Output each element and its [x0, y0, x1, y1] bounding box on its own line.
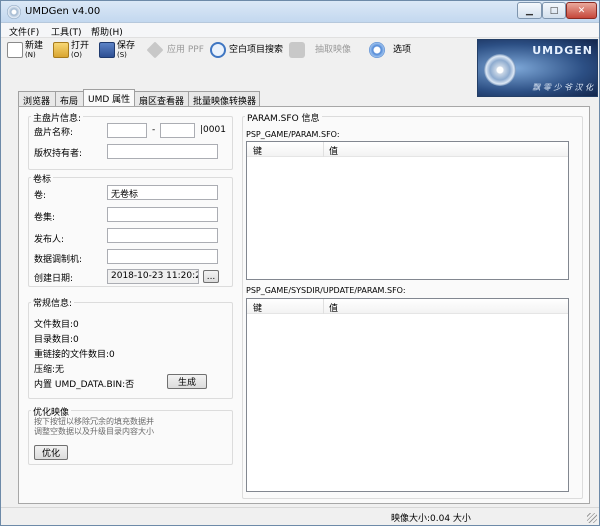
extract-icon	[289, 42, 305, 58]
extract-image-button[interactable]: 抽取映像	[289, 39, 351, 61]
title-bar: UMDGen v4.00 ▁ □ ✕	[1, 1, 599, 23]
copyright-field[interactable]	[107, 144, 218, 159]
disc-name-number-field[interactable]	[160, 123, 195, 138]
general-info-title: 常规信息:	[31, 296, 75, 309]
preparer-field[interactable]	[107, 249, 218, 264]
minimize-icon: ▁	[526, 5, 533, 16]
resize-grip[interactable]	[587, 513, 597, 523]
date-picker-button[interactable]: ...	[203, 270, 219, 283]
umd-properties-panel: 主盘片信息: 盘片名称: - |0001 版权持有者: 卷标 卷: 无卷标 卷集…	[18, 106, 590, 504]
creation-date-label: 创建日期:	[34, 274, 74, 284]
directory-count: 目录数目:0	[34, 335, 79, 345]
open-label: 打开	[71, 40, 90, 51]
tab-sector-viewer[interactable]: 扇区查看器	[134, 91, 189, 107]
menu-file[interactable]: 文件(F)	[9, 25, 39, 38]
new-label: 新建	[25, 40, 44, 51]
creation-date-field[interactable]: 2018-10-23 11:20:29	[107, 269, 199, 284]
volume-title: 卷标	[31, 172, 54, 185]
save-shortcut: (S)	[117, 50, 127, 59]
maximize-button[interactable]: □	[542, 2, 566, 19]
disc-name-suffix: |0001	[200, 125, 226, 135]
window-title: UMDGen v4.00	[25, 6, 101, 17]
param-sfo-table-1[interactable]: 键 值	[246, 141, 569, 280]
copyright-label: 版权持有者:	[34, 149, 83, 159]
disc-name-dash: -	[152, 125, 156, 135]
apply-ppf-label: 应用 PPF	[167, 44, 204, 55]
table-2-header: 键 值	[247, 299, 568, 314]
table-1-key-header[interactable]: 键	[253, 144, 262, 157]
banner-logo: UMDGEN	[532, 44, 593, 57]
file-count: 文件数目:0	[34, 320, 79, 330]
optimize-hint-line-2: 调整空数据以及升级目录内容大小	[34, 427, 154, 436]
apply-ppf-button[interactable]: 应用 PPF	[146, 39, 204, 61]
umdgen-banner: UMDGEN 飘 零 少 爷 汉 化	[477, 39, 598, 97]
volume-field[interactable]: 无卷标	[107, 185, 218, 200]
banner-credit: 飘 零 少 爷 汉 化	[532, 83, 593, 92]
volume-set-field[interactable]	[107, 207, 218, 222]
search-empty-label: 空白项目搜索	[229, 44, 284, 55]
disc-icon	[7, 5, 21, 19]
umd-disc-logo	[484, 54, 516, 86]
table-2-key-header[interactable]: 键	[253, 301, 262, 314]
app-window: UMDGen v4.00 ▁ □ ✕ 文件(F) 工具(T) 帮助(H) 新建(…	[0, 0, 600, 526]
publisher-field[interactable]	[107, 228, 218, 243]
disc-name-label: 盘片名称:	[34, 128, 74, 138]
extract-label: 抽取映像	[315, 44, 352, 55]
generate-button[interactable]: 生成	[167, 374, 207, 389]
tab-browser[interactable]: 浏览器	[18, 91, 56, 107]
status-bar: 映像大小:0.04 大小	[1, 507, 599, 525]
image-size-status: 映像大小:0.04 大小	[391, 514, 471, 524]
param-sfo-path-2: PSP_GAME/SYSDIR/UPDATE/PARAM.SFO:	[246, 286, 406, 295]
builtin-umd-data-status: 内置 UMD_DATA.BIN:否	[34, 380, 135, 390]
close-icon: ✕	[577, 5, 586, 16]
relinked-file-count: 重链接的文件数目:0	[34, 350, 115, 360]
close-button[interactable]: ✕	[566, 2, 597, 19]
table-2-value-header[interactable]: 值	[329, 301, 338, 314]
folder-icon	[53, 42, 69, 58]
param-sfo-title: PARAM.SFO 信息	[245, 111, 322, 124]
save-label: 保存	[117, 40, 136, 51]
publisher-label: 发布人:	[34, 235, 65, 245]
new-file-icon	[7, 42, 23, 58]
main-disc-title: 主盘片信息:	[31, 111, 84, 124]
options-label: 选项	[393, 44, 412, 55]
menu-bar: 文件(F) 工具(T) 帮助(H)	[1, 23, 599, 38]
open-button[interactable]: 打开 (O)	[53, 39, 89, 61]
menu-help[interactable]: 帮助(H)	[91, 25, 123, 38]
floppy-disk-icon	[99, 42, 115, 58]
table-1-value-header[interactable]: 值	[329, 144, 338, 157]
menu-tools[interactable]: 工具(T)	[51, 25, 82, 38]
tab-batch-converter[interactable]: 批量映像转换器	[188, 91, 260, 107]
toolbar: 新建 (N) 打开 (O) 保存 (S) 应用 PPF 空白项目搜索 抽取映像 选项	[1, 39, 471, 61]
save-button[interactable]: 保存 (S)	[99, 39, 135, 61]
volume-set-label: 卷集:	[34, 213, 56, 223]
table-1-header: 键 值	[247, 142, 568, 157]
patch-icon	[146, 41, 164, 59]
search-empty-button[interactable]: 空白项目搜索	[210, 39, 283, 61]
gear-icon	[369, 42, 385, 58]
tab-layout[interactable]: 布局	[55, 91, 84, 107]
magnifier-icon	[210, 42, 226, 58]
optimize-button[interactable]: 优化	[34, 445, 68, 460]
param-sfo-path-1: PSP_GAME/PARAM.SFO:	[246, 130, 340, 139]
compression-status: 压缩:无	[34, 365, 65, 375]
maximize-icon: □	[549, 5, 559, 16]
disc-name-prefix-field[interactable]	[107, 123, 147, 138]
minimize-button[interactable]: ▁	[517, 2, 542, 19]
new-button[interactable]: 新建 (N)	[7, 39, 43, 61]
tab-umd-properties[interactable]: UMD 属性	[83, 89, 135, 107]
param-sfo-table-2[interactable]: 键 值	[246, 298, 569, 492]
volume-label: 卷:	[34, 191, 47, 201]
open-shortcut: (O)	[71, 50, 82, 59]
options-button[interactable]: 选项	[369, 39, 411, 61]
optimize-hint-line-1: 按下按钮以移除冗余的填充数据并	[34, 417, 154, 426]
preparer-label: 数据调制机:	[34, 255, 83, 265]
new-shortcut: (N)	[25, 50, 36, 59]
